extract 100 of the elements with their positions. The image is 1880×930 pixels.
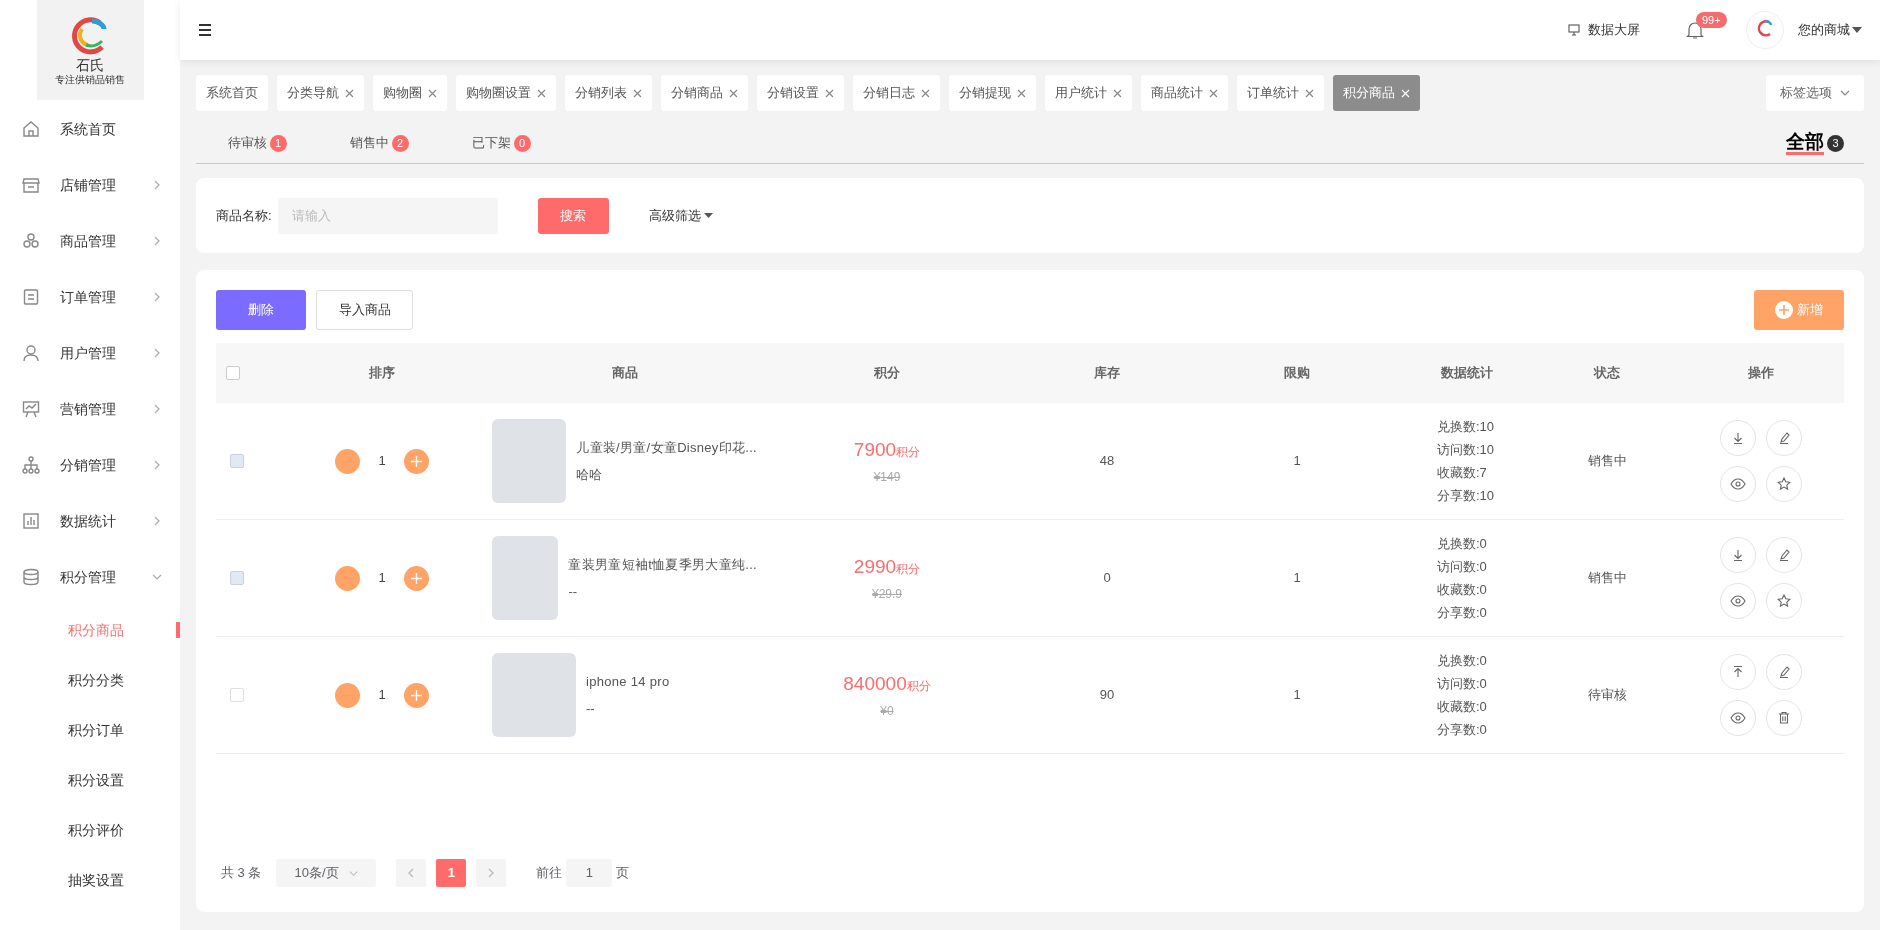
page-tag[interactable]: 购物圈	[373, 75, 447, 111]
sort-value: 1	[378, 452, 386, 471]
submenu-item[interactable]: 积分评价	[0, 805, 180, 855]
sidebar-menu-item[interactable]: 店铺管理	[0, 157, 180, 213]
pencil-button[interactable]	[1765, 537, 1802, 573]
shop-icon	[22, 176, 40, 194]
home-icon	[22, 120, 40, 138]
column-header: 限购	[1283, 364, 1311, 383]
close-icon[interactable]	[825, 88, 834, 98]
chevron-down-icon	[349, 868, 359, 878]
close-icon[interactable]	[345, 88, 354, 98]
submenu-item[interactable]: 积分分类	[0, 655, 180, 705]
close-icon[interactable]	[537, 88, 546, 98]
page-tag[interactable]: 分销列表	[565, 75, 652, 111]
pencil-button[interactable]	[1765, 654, 1802, 690]
avatar-logo-icon[interactable]	[1746, 11, 1784, 49]
plus-button[interactable]	[403, 565, 429, 591]
close-icon[interactable]	[1305, 88, 1314, 98]
minus-button[interactable]	[335, 682, 361, 708]
eye-button[interactable]	[1719, 583, 1756, 619]
page-tag[interactable]: 分类导航	[277, 75, 364, 111]
pencil-button[interactable]	[1765, 420, 1802, 456]
page-tag[interactable]: 商品统计	[1141, 75, 1228, 111]
trash-button[interactable]	[1765, 700, 1802, 736]
stat-line: 分享数:10	[1437, 487, 1496, 505]
tag-options-dropdown[interactable]: 标签选项	[1766, 75, 1864, 111]
star-button[interactable]	[1765, 466, 1802, 502]
close-icon[interactable]	[1209, 88, 1218, 98]
status-tab[interactable]: 全部 3	[1786, 123, 1844, 163]
page-tag[interactable]: 分销日志	[853, 75, 940, 111]
caret-icon	[1852, 26, 1862, 34]
sidebar-menu-item[interactable]: 订单管理	[0, 269, 180, 325]
field-label: 商品名称:	[216, 206, 272, 225]
page-tag[interactable]: 用户统计	[1045, 75, 1132, 111]
sidebar-menu-item[interactable]: 商品管理	[0, 213, 180, 269]
close-icon[interactable]	[921, 88, 930, 98]
limit-value: 1	[1292, 452, 1302, 471]
status-tab[interactable]: 已下架 0	[440, 123, 562, 163]
logo-title: 石氏	[76, 58, 104, 72]
advanced-filter-button[interactable]: 高级筛选	[648, 205, 713, 226]
user-menu[interactable]: 您的商城	[1798, 20, 1862, 40]
chevron-down-icon	[1840, 88, 1850, 98]
submenu-item[interactable]: 积分设置	[0, 755, 180, 805]
sidebar-menu-item[interactable]: 积分管理	[0, 549, 180, 605]
column-header: 积分	[873, 364, 901, 383]
page-tag[interactable]: 分销提现	[949, 75, 1036, 111]
goto-page-input[interactable]: 1	[566, 859, 613, 887]
sidebar-menu-item[interactable]: 营销管理	[0, 381, 180, 437]
chevron-down-icon	[152, 572, 162, 582]
stat-line: 兑换数:10	[1437, 418, 1496, 436]
sidebar-menu-item[interactable]: 用户管理	[0, 325, 180, 381]
chevron-right-icon	[152, 292, 162, 302]
close-icon[interactable]	[428, 88, 437, 98]
page-tag[interactable]: 系统首页	[196, 75, 268, 111]
plus-button[interactable]	[403, 682, 429, 708]
page-tag[interactable]: 分销设置	[757, 75, 844, 111]
bell-icon[interactable]	[1686, 20, 1704, 40]
status-tab[interactable]: 待审核 1	[196, 123, 318, 163]
minus-button[interactable]	[335, 448, 361, 474]
close-icon[interactable]	[1113, 88, 1122, 98]
download-button[interactable]	[1719, 420, 1756, 456]
row-checkbox[interactable]	[230, 688, 244, 702]
page-size-select[interactable]: 10条/页	[276, 859, 377, 887]
eye-icon	[1728, 592, 1747, 610]
page-tag[interactable]: 订单统计	[1237, 75, 1324, 111]
eye-button[interactable]	[1719, 466, 1756, 502]
sidebar-menu-item[interactable]: 分销管理	[0, 437, 180, 493]
delete-button[interactable]: 删除	[216, 290, 306, 330]
status-tab[interactable]: 销售中 2	[318, 123, 440, 163]
stat-line: 收藏数:0	[1437, 698, 1488, 716]
star-button[interactable]	[1765, 583, 1802, 619]
column-header: 操作	[1746, 364, 1775, 383]
plus-button[interactable]	[403, 448, 429, 474]
menu-icon[interactable]	[198, 24, 212, 36]
chevron-right-icon	[152, 236, 162, 246]
product-subtitle: 哈哈	[576, 466, 604, 484]
data-screen-link[interactable]: 数据大屏	[1588, 20, 1640, 40]
select-all-checkbox[interactable]	[226, 366, 240, 380]
monitor-icon[interactable]	[1568, 24, 1580, 36]
eye-button[interactable]	[1719, 700, 1756, 736]
close-icon[interactable]	[729, 88, 738, 98]
sidebar-menu-item[interactable]: 数据统计	[0, 493, 180, 549]
submenu-item[interactable]: 抽奖设置	[0, 855, 180, 905]
stock-value: 90	[1098, 686, 1116, 705]
stat-line: 兑换数:0	[1437, 535, 1488, 553]
limit-value: 1	[1292, 569, 1302, 588]
upload-button[interactable]	[1719, 654, 1756, 690]
page-tag[interactable]: 分销商品	[661, 75, 748, 111]
status-text: 待审核	[1586, 686, 1628, 705]
close-icon[interactable]	[633, 88, 642, 98]
stat-line: 收藏数:0	[1437, 581, 1488, 599]
import-button[interactable]: 导入商品	[316, 290, 413, 330]
close-icon[interactable]	[1017, 88, 1026, 98]
page-tag[interactable]: 购物圈设置	[456, 75, 556, 111]
submenu-item[interactable]: 积分订单	[0, 705, 180, 755]
download-button[interactable]	[1719, 537, 1756, 573]
sidebar-menu-item[interactable]: 系统首页	[0, 101, 180, 157]
star-icon	[1774, 475, 1793, 493]
minus-button[interactable]	[335, 565, 361, 591]
chevron-right-icon	[152, 516, 162, 526]
